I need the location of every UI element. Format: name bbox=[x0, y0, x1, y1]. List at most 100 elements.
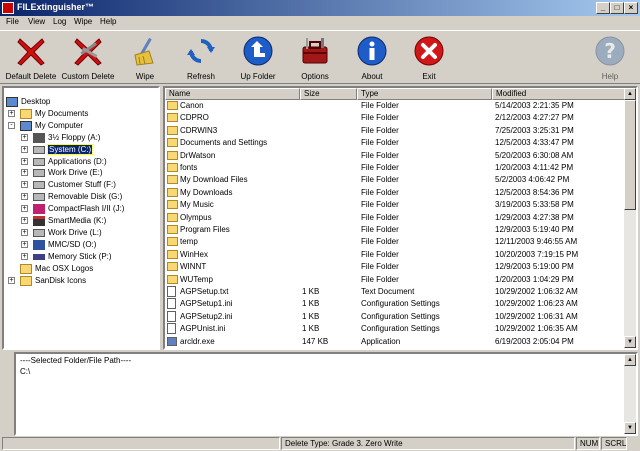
about-button[interactable]: About bbox=[342, 34, 402, 84]
cell-modified: 10/29/2002 1:06:32 AM bbox=[495, 287, 578, 296]
app-icon bbox=[2, 2, 14, 14]
table-row[interactable]: AGPSetup2.ini 1 KB Configuration Settings 1… bbox=[165, 310, 625, 323]
path-scroll-down[interactable]: ▼ bbox=[624, 422, 636, 434]
expand-icon[interactable]: + bbox=[21, 169, 28, 177]
expand-icon[interactable]: + bbox=[8, 109, 15, 117]
drive-icon bbox=[33, 157, 45, 166]
document-icon bbox=[167, 310, 176, 322]
tree-item-label: 3½ Floppy (A:) bbox=[48, 132, 101, 142]
scroll-thumb[interactable] bbox=[624, 100, 636, 210]
info-icon bbox=[357, 36, 387, 66]
cell-modified: 1/20/2003 1:04:29 PM bbox=[495, 274, 574, 284]
document-icon bbox=[167, 298, 176, 310]
table-row[interactable]: Olympus File Folder 1/29/2003 4:27:38 PM bbox=[165, 212, 625, 224]
status-num: NUM bbox=[576, 437, 600, 450]
cell-name: AGPUnist.ini bbox=[180, 324, 226, 334]
options-button[interactable]: Options bbox=[285, 34, 345, 84]
vertical-scrollbar[interactable]: ▲ ▼ bbox=[624, 88, 636, 348]
refresh-icon bbox=[187, 39, 215, 63]
expand-icon[interactable]: + bbox=[21, 181, 28, 189]
cell-modified: 10/29/2002 1:06:31 AM bbox=[495, 311, 578, 321]
cell-type: File Folder bbox=[361, 237, 399, 247]
exit-button[interactable]: Exit bbox=[399, 34, 459, 84]
cell-modified: 12/11/2003 9:46:55 AM bbox=[495, 237, 578, 247]
table-row[interactable]: WUTemp File Folder 1/20/2003 1:04:29 PM bbox=[165, 274, 625, 286]
table-row[interactable]: WINNT File Folder 12/9/2003 5:19:00 PM bbox=[165, 261, 625, 273]
table-row[interactable]: My Download Files File Folder 5/2/2003 4:0… bbox=[165, 174, 625, 186]
file-list[interactable]: Name Size Type Modified Canon File Folder… bbox=[163, 86, 638, 350]
table-row[interactable]: AGPSetup.txt 1 KB Text Document 10/29/2002 … bbox=[165, 286, 625, 298]
expand-icon[interactable]: + bbox=[21, 252, 28, 260]
expand-icon[interactable]: + bbox=[21, 133, 28, 141]
collapse-icon[interactable]: - bbox=[8, 121, 15, 129]
wipe-button[interactable]: Wipe bbox=[115, 34, 175, 84]
default-delete-button[interactable]: Default Delete bbox=[1, 34, 61, 84]
expand-icon[interactable]: + bbox=[8, 276, 15, 284]
window-title: FILExtinguisher™ bbox=[17, 2, 95, 12]
help-icon: ? bbox=[595, 36, 625, 66]
expand-icon[interactable]: + bbox=[21, 217, 28, 224]
expand-icon[interactable]: + bbox=[21, 145, 28, 153]
table-row[interactable]: WinHex File Folder 10/20/2003 7:19:15 PM bbox=[165, 249, 625, 261]
expand-icon[interactable]: + bbox=[21, 205, 28, 213]
cell-name: CDPRO bbox=[180, 113, 209, 123]
toolbox-icon bbox=[302, 38, 328, 64]
folder-icon bbox=[167, 101, 178, 110]
expand-icon[interactable]: + bbox=[21, 240, 28, 248]
refresh-button[interactable]: Refresh bbox=[171, 34, 231, 84]
table-row[interactable]: fonts File Folder 1/20/2003 4:11:42 PM bbox=[165, 162, 625, 174]
help-button[interactable]: ? Help bbox=[580, 34, 640, 84]
table-row[interactable]: My Downloads File Folder 12/5/2003 8:54:36… bbox=[165, 187, 625, 199]
smartmedia-icon bbox=[33, 216, 45, 226]
expand-icon[interactable]: + bbox=[21, 193, 28, 201]
title-bar[interactable]: FILExtinguisher™ _ □ × bbox=[0, 0, 640, 16]
cell-name: My Music bbox=[180, 200, 214, 210]
table-row[interactable]: DrWatson File Folder 5/20/2003 6:30:08 AM bbox=[165, 150, 625, 162]
folder-tree[interactable]: Desktop + My Documents - My Computer +3½ Flop… bbox=[2, 86, 160, 350]
maximize-button[interactable]: □ bbox=[610, 2, 624, 14]
removable-icon bbox=[33, 193, 45, 202]
table-row[interactable]: Program Files File Folder 12/9/2003 5:19:4… bbox=[165, 224, 625, 236]
table-row[interactable]: temp File Folder 12/11/2003 9:46:55 AM bbox=[165, 236, 625, 248]
tree-item-label: Applications (D:) bbox=[48, 156, 107, 166]
tree-item-label: CompactFlash I/II (J:) bbox=[48, 204, 125, 214]
column-header-size[interactable]: Size bbox=[300, 88, 357, 100]
expand-icon[interactable]: + bbox=[21, 157, 28, 165]
menu-help[interactable]: Help bbox=[100, 17, 116, 26]
table-row[interactable]: arcldr.exe 147 KB Application 6/19/2003 2:0… bbox=[165, 336, 625, 348]
menu-log[interactable]: Log bbox=[53, 17, 66, 26]
toolbar: Default Delete Custom Delete Wipe Refres… bbox=[0, 30, 640, 84]
up-folder-button[interactable]: Up Folder bbox=[228, 34, 288, 84]
table-row[interactable]: AGPSetup1.ini 1 KB Configuration Settings 1… bbox=[165, 298, 625, 310]
custom-delete-button[interactable]: Custom Delete bbox=[58, 34, 118, 84]
cell-name: DrWatson bbox=[180, 150, 216, 160]
table-row[interactable]: Documents and Settings File Folder 12/5/20… bbox=[165, 137, 625, 149]
folder-icon bbox=[167, 175, 178, 185]
path-scroll-up[interactable]: ▲ bbox=[624, 354, 636, 366]
cell-type: File Folder bbox=[361, 187, 399, 197]
folder-icon bbox=[167, 113, 178, 123]
expand-icon[interactable]: + bbox=[21, 228, 28, 236]
column-header-type[interactable]: Type bbox=[357, 88, 492, 100]
table-row[interactable]: CDPRO File Folder 2/12/2003 4:27:27 PM bbox=[165, 112, 625, 124]
menu-view[interactable]: View bbox=[28, 17, 45, 26]
tree-item-label: MMC/SD (O:) bbox=[48, 239, 97, 249]
table-row[interactable]: Canon File Folder 5/14/2003 2:21:35 PM bbox=[165, 100, 625, 112]
cell-type: File Folder bbox=[361, 150, 399, 160]
menu-file[interactable]: File bbox=[6, 17, 19, 26]
table-row[interactable]: CDRWIN3 File Folder 7/25/2003 3:25:31 PM bbox=[165, 125, 625, 137]
drive-icon bbox=[33, 145, 45, 154]
table-row[interactable]: AGPUnist.ini 1 KB Configuration Settings 10… bbox=[165, 323, 625, 335]
tree-item-label: Work Drive (E:) bbox=[48, 168, 103, 178]
cell-name: AGPSetup1.ini bbox=[180, 299, 233, 309]
scroll-down-button[interactable]: ▼ bbox=[624, 336, 636, 348]
column-header-modified[interactable]: Modified bbox=[492, 88, 625, 100]
menu-wipe[interactable]: Wipe bbox=[74, 17, 92, 26]
close-button[interactable]: × bbox=[624, 2, 638, 14]
computer-icon bbox=[20, 120, 32, 131]
table-row[interactable]: My Music File Folder 3/19/2003 5:33:58 PM bbox=[165, 199, 625, 211]
scroll-up-button[interactable]: ▲ bbox=[624, 88, 636, 100]
document-icon bbox=[167, 323, 176, 335]
minimize-button[interactable]: _ bbox=[596, 2, 610, 14]
column-header-name[interactable]: Name bbox=[165, 88, 300, 100]
